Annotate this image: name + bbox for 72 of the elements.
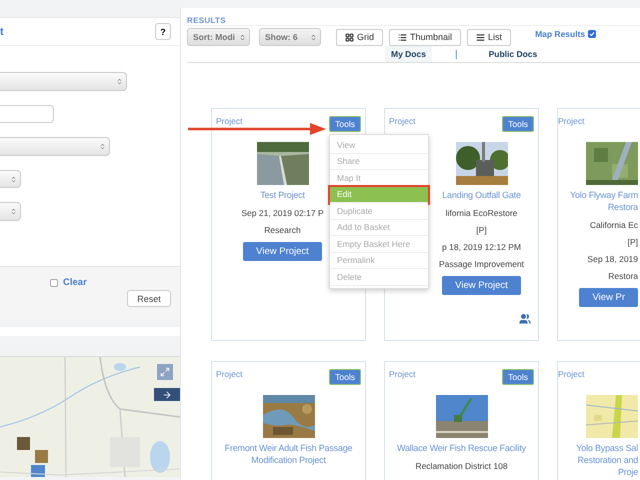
project-title[interactable]: Wallace Weir Fish Rescue Facility [397, 442, 526, 454]
expand-button[interactable] [157, 364, 173, 380]
map-results-checkbox[interactable] [588, 30, 596, 38]
menu-item[interactable]: View [330, 137, 428, 154]
arrow-button[interactable] [154, 388, 180, 401]
expand-icon [160, 367, 170, 377]
updown-icon [239, 34, 246, 40]
show-select[interactable]: Show: 6 [259, 28, 321, 46]
type-label: Project [216, 369, 242, 379]
panel-title: t [0, 26, 4, 38]
select-field[interactable] [0, 170, 21, 188]
card-text: p 18, 2019 12:12 PM [442, 242, 521, 252]
tab[interactable]: Public Docs [482, 46, 544, 62]
card-text: lifornia EcoRestore [446, 208, 518, 218]
reset-button[interactable]: Reset [127, 290, 171, 307]
grid-icon [345, 32, 354, 42]
clear-link[interactable]: Clear [63, 277, 87, 288]
project-title[interactable]: Landing Outfall Gate [442, 189, 521, 201]
project-title[interactable]: Fremont Weir Adult Fish Passage Modification Project [224, 442, 352, 466]
menu-item[interactable]: Empty Basket Here [330, 236, 428, 252]
sort-select[interactable]: Sort: Modi [187, 28, 250, 46]
tools-button[interactable]: Tools [329, 116, 361, 132]
tab[interactable]: My Docs [385, 46, 432, 62]
view-button[interactable]: Grid [336, 28, 384, 46]
type-label: Project [558, 116, 584, 126]
view-project-button[interactable]: View Pr [579, 288, 638, 307]
type-label: Project [389, 116, 416, 126]
arrow-right-icon [162, 390, 172, 400]
menu-item[interactable]: Permalink [330, 252, 428, 269]
select-field[interactable] [0, 72, 127, 91]
updown-icon [10, 208, 17, 216]
menu-item[interactable]: Share [330, 154, 428, 170]
menu-item[interactable]: Add to Basket [330, 220, 428, 236]
select-field[interactable] [0, 137, 110, 156]
card-text: Research [264, 225, 301, 235]
view-project-button[interactable]: View Project [442, 276, 521, 295]
type-label: Project [216, 116, 242, 126]
card-text: Sep 18, 2019 [587, 254, 638, 264]
updown-icon [10, 176, 17, 183]
view-project-button[interactable]: View Project [243, 242, 322, 261]
tools-button[interactable]: Tools [329, 369, 361, 385]
card-text: Reclamation District 108 [415, 461, 508, 471]
view-button[interactable]: List [467, 28, 512, 46]
type-label: Project [389, 369, 416, 379]
input-field[interactable] [0, 104, 54, 124]
menu-icon [476, 32, 486, 42]
view-button[interactable]: Thumbnail [389, 28, 462, 46]
updown-icon [116, 78, 123, 85]
card-text: [P] [476, 225, 487, 235]
project-title[interactable]: Yolo Bypass Sal Restoration and Proje [576, 442, 638, 478]
card-text: Passage Improvement [438, 259, 524, 269]
menu-item[interactable]: Delete [330, 269, 428, 286]
updown-icon [310, 34, 317, 40]
project-title[interactable]: Test Project [260, 189, 305, 201]
card-text: [P] [628, 237, 638, 247]
tab-separator: | [454, 48, 458, 60]
menu-item[interactable]: Edit [330, 186, 428, 203]
map-results-label: Map Results [535, 29, 586, 39]
card-text: Restora [608, 271, 638, 281]
type-label: Project [558, 369, 584, 379]
tools-button[interactable]: Tools [502, 369, 534, 385]
list-icon [398, 32, 408, 42]
project-title[interactable]: Yolo Flyway Farm Restora [570, 189, 638, 213]
help-button[interactable]: ? [155, 23, 171, 40]
card-text: California Ec [590, 220, 638, 230]
card-text: Sep 21, 2019 02:17 P [241, 208, 324, 218]
menu-item[interactable]: Duplicate [330, 203, 428, 220]
tools-button[interactable]: Tools [502, 116, 534, 132]
results-heading: RESULTS [187, 16, 227, 25]
clear-checkbox[interactable] [50, 278, 58, 286]
updown-icon [99, 142, 106, 150]
select-field[interactable] [0, 202, 21, 221]
